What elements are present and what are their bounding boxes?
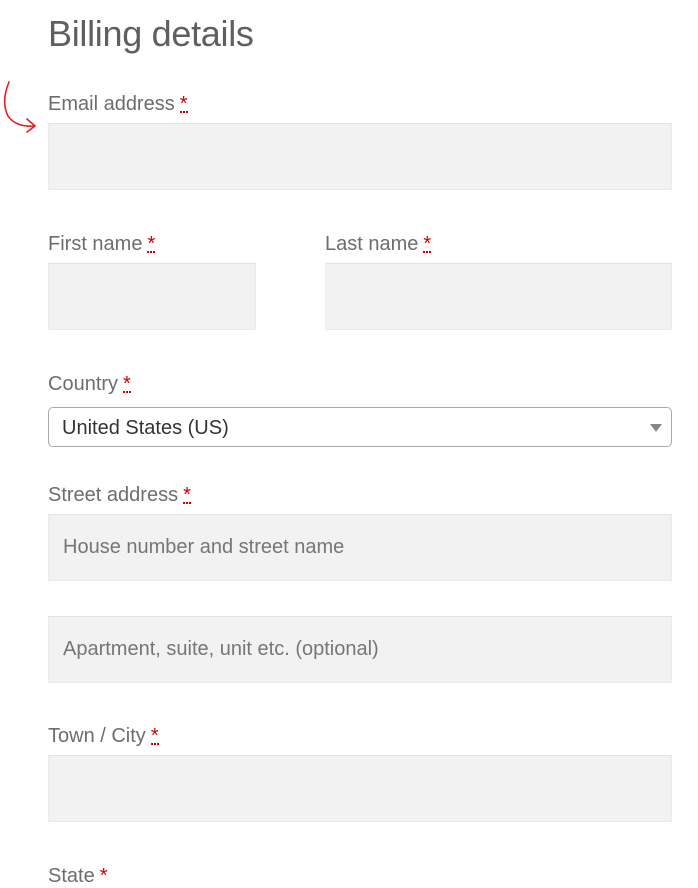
- first-name-label-text: First name: [48, 233, 143, 255]
- street-address-line1-field[interactable]: [48, 514, 672, 581]
- required-marker: *: [123, 373, 131, 395]
- street-address-label: Street address *: [48, 483, 191, 507]
- city-label: Town / City *: [48, 724, 159, 748]
- required-marker: *: [150, 725, 159, 747]
- country-label-text: Country: [48, 373, 119, 395]
- required-marker: *: [423, 233, 432, 255]
- street-address-label-text: Street address: [48, 484, 179, 506]
- chevron-down-icon: [650, 424, 662, 432]
- last-name-label-text: Last name: [325, 233, 419, 255]
- country-selected-value: United States (US): [62, 417, 229, 439]
- first-name-label: First name *: [48, 232, 156, 256]
- street-address-line2-field[interactable]: [48, 616, 672, 683]
- state-label-text: State: [48, 865, 95, 887]
- country-select[interactable]: United States (US): [48, 407, 672, 447]
- last-name-field[interactable]: [325, 263, 672, 330]
- page-title: Billing details: [48, 13, 254, 54]
- state-label: State *: [48, 864, 108, 888]
- last-name-label: Last name *: [325, 232, 432, 256]
- city-field[interactable]: [48, 755, 672, 822]
- required-marker: *: [147, 233, 156, 255]
- required-marker: *: [183, 484, 191, 506]
- country-label: Country *: [48, 372, 131, 396]
- email-label: Email address *: [48, 92, 188, 116]
- email-field[interactable]: [48, 123, 672, 190]
- hand-drawn-arrow-icon: [3, 81, 36, 133]
- email-label-text: Email address: [48, 93, 175, 115]
- first-name-field[interactable]: [48, 263, 256, 330]
- required-marker: *: [99, 865, 108, 887]
- required-marker: *: [179, 93, 188, 115]
- city-label-text: Town / City: [48, 725, 146, 747]
